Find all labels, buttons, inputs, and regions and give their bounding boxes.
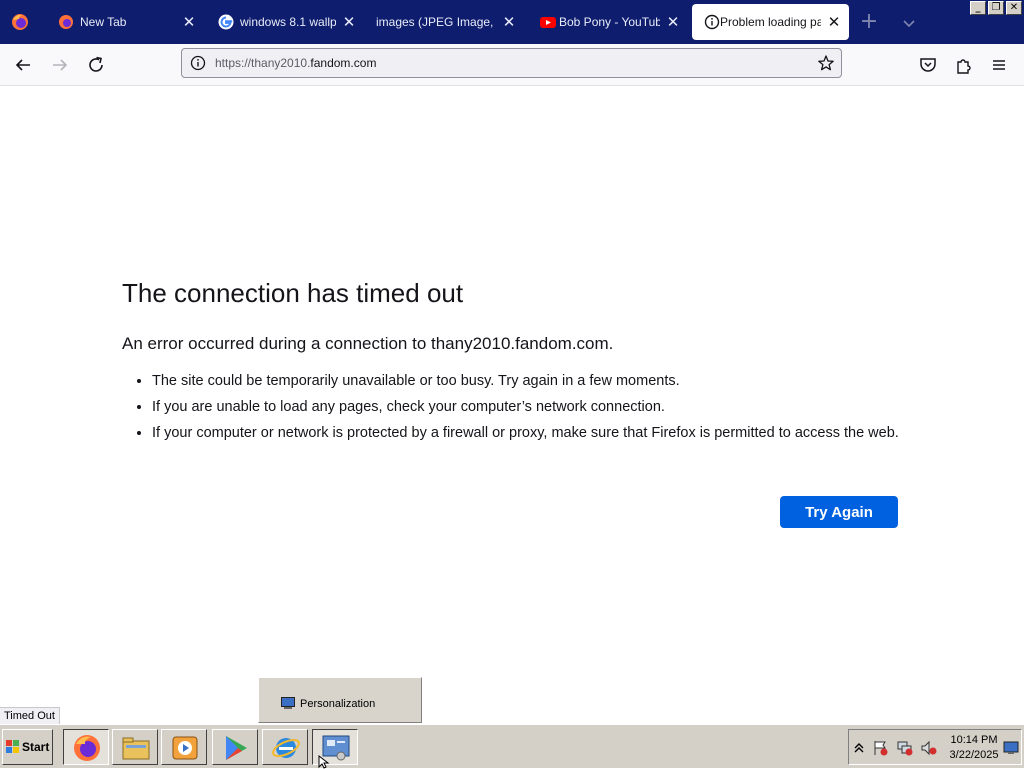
thumbnail-label: Personalization <box>300 698 376 710</box>
address-bar[interactable]: https://thany2010.fandom.com <box>181 48 842 78</box>
file-explorer-icon <box>122 737 150 760</box>
start-label: Start <box>22 740 50 754</box>
try-again-button[interactable]: Try Again <box>780 496 898 528</box>
youtube-icon <box>540 17 556 28</box>
tab-youtube[interactable]: Bob Pony - YouTube ✕ <box>528 4 688 40</box>
tab-problem-loading[interactable]: Problem loading page ✕ <box>692 4 849 40</box>
restore-button[interactable]: ❐ <box>988 1 1004 15</box>
firefox-icon <box>74 735 100 761</box>
network-icon[interactable] <box>897 740 913 756</box>
tab-title: Problem loading page <box>720 15 821 29</box>
show-desktop-icon[interactable] <box>1003 740 1019 756</box>
tab-title: Bob Pony - YouTube <box>559 15 660 29</box>
reload-icon[interactable] <box>85 54 107 76</box>
taskbar-play-store[interactable] <box>212 729 258 765</box>
error-title: The connection has timed out <box>122 278 464 308</box>
forward-arrow-icon[interactable] <box>49 54 71 76</box>
windows-logo-icon <box>6 740 19 753</box>
close-tab-icon[interactable]: ✕ <box>340 13 358 31</box>
error-suggestions-list: The site could be temporarily unavailabl… <box>122 372 902 450</box>
close-tab-icon[interactable]: ✕ <box>500 13 518 31</box>
taskbar-file-explorer[interactable] <box>112 729 158 765</box>
system-tray: 10:14 PM 3/22/2025 <box>848 729 1022 765</box>
back-arrow-icon[interactable] <box>12 54 34 76</box>
extensions-puzzle-icon[interactable] <box>953 54 975 76</box>
site-info-icon[interactable] <box>190 55 206 71</box>
media-player-icon <box>172 736 198 760</box>
taskbar-thumbnail-popup[interactable]: Personalization <box>258 677 422 723</box>
tab-title: windows 8.1 wallpaper <box>240 15 336 29</box>
personalization-icon <box>281 697 295 709</box>
close-tab-icon[interactable]: ✕ <box>180 13 198 31</box>
close-tab-icon[interactable]: ✕ <box>825 13 843 31</box>
internet-explorer-icon <box>272 738 300 758</box>
play-store-icon <box>226 736 247 760</box>
firefox-menu-icon[interactable] <box>10 12 30 32</box>
hamburger-menu-icon[interactable] <box>988 54 1010 76</box>
tab-title: images (JPEG Image, 200 <box>376 15 496 29</box>
taskbar-firefox[interactable] <box>63 729 109 765</box>
mouse-cursor-icon <box>318 755 330 769</box>
minimize-button[interactable]: _ <box>970 1 986 15</box>
taskbar-internet-explorer[interactable] <box>262 729 308 765</box>
volume-muted-icon[interactable] <box>921 740 937 756</box>
firefox-icon <box>59 15 73 29</box>
clock-time[interactable]: 10:14 PM <box>949 734 999 746</box>
navigation-toolbar: https://thany2010.fandom.com <box>0 44 1024 86</box>
start-button[interactable]: Start <box>2 729 53 765</box>
taskbar-media-player[interactable] <box>161 729 207 765</box>
list-item: If your computer or network is protected… <box>152 424 902 442</box>
tab-jpeg-image[interactable]: images (JPEG Image, 200 ✕ <box>366 4 524 40</box>
list-all-tabs-chevron-icon[interactable] <box>898 12 920 34</box>
google-icon <box>218 14 234 30</box>
close-window-button[interactable]: ✕ <box>1006 1 1022 15</box>
action-center-flag-icon[interactable] <box>873 740 889 756</box>
clock-date[interactable]: 3/22/2025 <box>949 749 999 761</box>
bookmark-star-icon[interactable] <box>817 54 835 72</box>
pocket-icon[interactable] <box>917 54 939 76</box>
url-prefix: https://thany2010. <box>215 56 311 70</box>
close-tab-icon[interactable]: ✕ <box>664 13 682 31</box>
taskbar: Start 10:14 PM 3/22/2025 <box>0 724 1024 768</box>
new-tab-plus-icon[interactable]: + <box>858 11 880 33</box>
tab-new-tab[interactable]: New Tab ✕ <box>46 4 204 40</box>
window-caption-buttons: _ ❐ ✕ <box>970 1 1022 15</box>
list-item: If you are unable to load any pages, che… <box>152 398 902 416</box>
tab-title: New Tab <box>80 15 127 29</box>
list-item: The site could be temporarily unavailabl… <box>152 372 902 390</box>
tab-strip: New Tab ✕ windows 8.1 wallpaper ✕ images… <box>0 0 1024 44</box>
url-text[interactable]: https://thany2010.fandom.com <box>215 56 376 70</box>
tab-google-search[interactable]: windows 8.1 wallpaper ✕ <box>206 4 364 40</box>
url-domain: fandom.com <box>310 56 377 70</box>
show-hidden-icons-icon[interactable] <box>853 740 865 756</box>
error-description: An error occurred during a connection to… <box>122 334 614 353</box>
info-icon <box>704 14 720 30</box>
